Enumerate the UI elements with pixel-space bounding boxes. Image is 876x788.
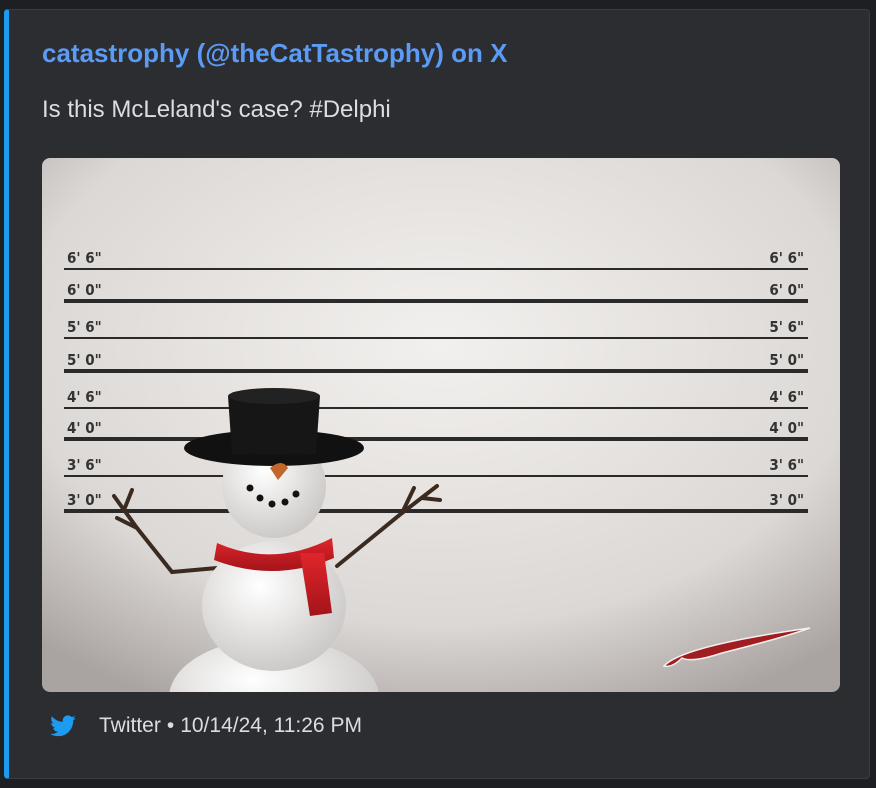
embed-author-link[interactable]: catastrophy (@theCatTastrophy) on X [42,38,507,69]
height-label: 3' 6" [769,456,804,474]
embed-image[interactable]: 6' 6" 6' 0" 5' 6" 5' 0" 4' 6" 4' 0" 3' 6… [42,158,840,692]
twitter-bird-icon [50,715,76,737]
height-label: 6' 0" [769,281,804,299]
height-label: 5' 0" [769,351,804,369]
height-label: 5' 6" [769,318,804,336]
height-label: 4' 6" [67,388,102,406]
height-label: 4' 0" [769,419,804,437]
embed-footer: Twitter • 10/14/24, 11:26 PM [49,710,362,742]
height-label: 4' 6" [769,388,804,406]
height-label: 6' 6" [67,249,102,267]
footer-timestamp: 10/14/24, 11:26 PM [180,714,362,737]
height-label: 6' 0" [67,281,102,299]
twitter-embed: catastrophy (@theCatTastrophy) on X Is t… [4,9,870,779]
height-label: 6' 6" [769,249,804,267]
height-label: 5' 6" [67,318,102,336]
height-label: 3' 0" [769,491,804,509]
embed-description: Is this McLeland's case? #Delphi [42,96,391,123]
height-label: 3' 6" [67,456,102,474]
height-label: 4' 0" [67,419,102,437]
footer-provider: Twitter [99,714,161,737]
footer-separator: • [166,714,175,737]
height-label: 5' 0" [67,351,102,369]
height-label: 3' 0" [67,491,102,509]
